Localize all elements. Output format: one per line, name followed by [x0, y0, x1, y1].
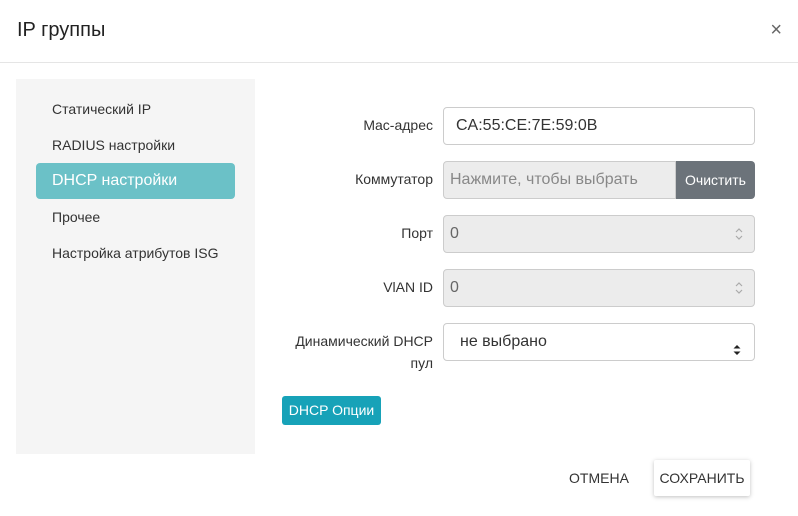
sidebar-item-isg[interactable]: Настройка атрибутов ISG [36, 235, 235, 271]
sidebar-item-static-ip[interactable]: Статический IP [36, 91, 235, 127]
dhcp-pool-label: Динамический DHCP пул [280, 330, 433, 374]
spinner-icon[interactable] [734, 280, 744, 296]
sidebar-item-other[interactable]: Прочее [36, 199, 235, 235]
vlan-input[interactable]: 0 [443, 269, 755, 307]
port-label: Порт [401, 225, 433, 241]
vlan-label: VlAN ID [383, 279, 433, 295]
dhcp-pool-label-line1: Динамический DHCP [295, 333, 433, 349]
mac-input[interactable]: CA:55:CE:7E:59:0B [443, 107, 755, 145]
settings-sidebar: Статический IP RADIUS настройки DHCP нас… [16, 79, 255, 454]
mac-label: Mac-адрес [363, 117, 433, 133]
sidebar-item-dhcp[interactable]: DHCP настройки [36, 163, 235, 199]
spinner-icon[interactable] [734, 226, 744, 242]
dhcp-pool-value: не выбрано [460, 333, 547, 350]
cancel-button[interactable]: ОТМЕНА [560, 460, 638, 496]
vlan-value: 0 [450, 279, 459, 296]
dhcp-pool-select[interactable]: не выбрано [443, 323, 755, 361]
switch-label: Коммутатор [355, 171, 433, 187]
dialog-header: IP группы × [0, 0, 798, 63]
dhcp-pool-label-line2: пул [410, 355, 433, 371]
dhcp-options-button[interactable]: DHCP Опции [282, 396, 381, 425]
select-arrow-icon [732, 335, 742, 355]
sidebar-item-radius[interactable]: RADIUS настройки [36, 127, 235, 163]
save-button[interactable]: СОХРАНИТЬ [654, 460, 750, 496]
dialog-title: IP группы [17, 19, 106, 41]
close-icon[interactable]: × [770, 20, 782, 40]
ip-group-dialog: IP группы × Статический IP RADIUS настро… [0, 0, 798, 516]
switch-selector[interactable]: Нажмите, чтобы выбрать [443, 161, 676, 199]
clear-button[interactable]: Очистить [676, 161, 755, 199]
port-input[interactable]: 0 [443, 215, 755, 253]
port-value: 0 [450, 225, 459, 242]
